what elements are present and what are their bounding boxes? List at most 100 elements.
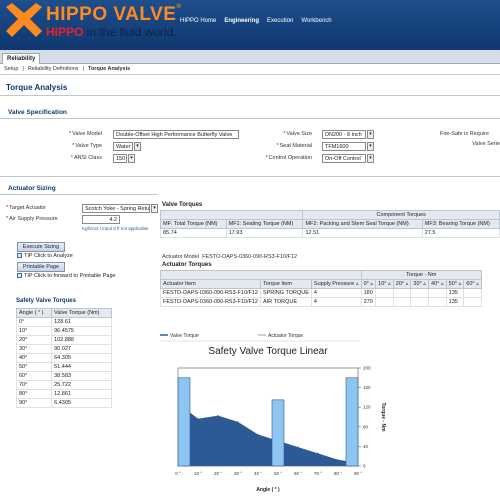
valve-type-dropdown-icon[interactable]: ▾ xyxy=(134,142,141,151)
nav-workbench[interactable]: Workbench xyxy=(301,18,331,24)
crumb-torque-analysis[interactable]: Torque Analysis xyxy=(88,66,130,72)
table-row: 60° 38.583 xyxy=(15,371,112,381)
table-cell: SPRING TORQUE xyxy=(259,288,312,298)
nav-hippo-home[interactable]: HIPPO Home xyxy=(180,18,216,24)
column-header[interactable]: 30° ▵ xyxy=(410,279,430,289)
column-header[interactable]: MF1: Seating Torque (NM) xyxy=(225,219,304,229)
column-group-blank xyxy=(159,210,303,220)
actuator-model-line: Actuator Model FESTO-DAPS-0360-090-RS3-F… xyxy=(162,254,298,260)
target-actuator-select[interactable]: Scotch Yoke - Spring Return xyxy=(82,204,150,213)
table-cell: 6.4305 xyxy=(51,398,112,408)
column-header[interactable]: Torque Item xyxy=(259,279,312,289)
valve-torque-point xyxy=(197,418,199,420)
sort-icon[interactable]: ▵ xyxy=(388,281,391,287)
x-tick-label: 90 ° xyxy=(354,471,362,476)
sort-icon[interactable]: ▵ xyxy=(356,281,359,287)
ansi-class-select[interactable]: 150 xyxy=(113,154,127,163)
tab-reliability[interactable]: Reliability xyxy=(2,53,41,64)
valve-model-label: *Valve Model xyxy=(69,131,102,137)
control-operation-dropdown-icon[interactable]: ▾ xyxy=(367,154,374,163)
column-header[interactable]: MF3: Bearing Torque (NM) xyxy=(421,219,500,229)
valve-type-select[interactable]: Water xyxy=(113,142,133,151)
torque-chart: Valve Torque Actuator Torque Safety Valve … xyxy=(160,333,386,493)
sort-icon[interactable]: ▵ xyxy=(459,281,462,287)
air-supply-note: Kgf/cm2 | Input 0 if not applicable xyxy=(82,226,149,231)
tip-printable: TIP Click to forward to Printable Page xyxy=(17,273,116,279)
table-row: 20° 102.888 xyxy=(15,335,112,345)
table-cell: 38.583 xyxy=(51,371,112,381)
valve-size-label: *Valve Size xyxy=(283,131,312,137)
valve-torques-title: Valve Torques xyxy=(162,202,203,208)
fire-safe-label: Fire-Safe is Require xyxy=(440,131,489,137)
table-cell xyxy=(463,288,482,298)
column-header[interactable]: 40° ▵ xyxy=(428,279,447,289)
table-row: 10° 96.4575 xyxy=(15,326,112,336)
column-header[interactable]: 10° ▵ xyxy=(375,279,394,289)
table-cell: 17.93 xyxy=(225,228,304,238)
nav-engineering[interactable]: Engineering xyxy=(224,18,259,24)
column-header[interactable]: 0° ▵ xyxy=(360,279,377,289)
y-tick-label: 200 xyxy=(363,366,371,371)
nav-execution[interactable]: Execution xyxy=(267,18,293,24)
column-header[interactable]: 50° ▵ xyxy=(445,279,465,289)
sort-icon[interactable]: ▵ xyxy=(406,281,409,287)
actuator-torques-table: Torque - Nm Actuator Item Torque Item Su… xyxy=(160,270,482,307)
divider xyxy=(0,118,500,119)
table-cell: 12.861 xyxy=(51,389,112,399)
column-header[interactable]: Actuator Item xyxy=(160,279,261,289)
column-header[interactable]: 60° ▵ xyxy=(463,279,482,289)
table-cell: 40° xyxy=(15,353,53,363)
table-cell: 0° xyxy=(15,317,53,327)
column-header[interactable]: Supply Pressure ▵ xyxy=(310,279,362,289)
column-header[interactable]: MF: Total Torque (NM) xyxy=(160,219,227,229)
actuator-sizing-title: Actuator Sizing xyxy=(8,185,56,192)
seat-material-dropdown-icon[interactable]: ▾ xyxy=(367,142,374,151)
printable-page-button[interactable]: Printable Page xyxy=(17,262,65,272)
tip-analyze: TIP Click to Analyze xyxy=(17,253,73,259)
legend-label-actuator: Actuator Torque xyxy=(268,333,303,339)
column-header[interactable]: Valve Torque (Nm) xyxy=(51,308,112,318)
table-cell: 90° xyxy=(15,398,53,408)
actuator-torques-title: Actuator Torques xyxy=(162,262,212,268)
valve-torque-point xyxy=(237,421,239,423)
sort-icon[interactable]: ▵ xyxy=(441,281,444,287)
ansi-class-dropdown-icon[interactable]: ▾ xyxy=(128,154,135,163)
x-tick-label: 30 ° xyxy=(234,471,242,476)
valve-size-dropdown-icon[interactable]: ▾ xyxy=(367,130,374,139)
column-header[interactable]: 20° ▵ xyxy=(392,279,412,289)
valve-size-select[interactable]: DN200 - 8 inch xyxy=(322,130,366,139)
table-cell: 128.61 xyxy=(51,317,112,327)
sort-icon[interactable]: ▵ xyxy=(476,281,479,287)
execute-sizing-button[interactable]: Execute Sizing xyxy=(17,242,65,252)
x-tick-label: 70 ° xyxy=(314,471,322,476)
table-row: 70° 25.722 xyxy=(15,380,112,390)
x-tick-label: 80 ° xyxy=(334,471,342,476)
component-torques-header: Component Torques xyxy=(302,210,500,220)
safety-valve-torques-table: Angle ( ° ) Valve Torque (Nm) 0° 128.61 1… xyxy=(15,308,112,408)
actuator-torque-bar xyxy=(271,399,285,467)
table-row: 90° 6.4305 xyxy=(15,398,112,408)
x-tick-label: 60 ° xyxy=(294,471,302,476)
x-tick-label: 0 ° xyxy=(175,471,181,476)
table-cell: 4 xyxy=(310,288,362,298)
air-supply-input[interactable]: 4.2 xyxy=(82,215,120,224)
table-cell xyxy=(428,297,447,307)
column-header[interactable]: Angle ( ° ) xyxy=(15,308,53,318)
valve-torque-point xyxy=(257,433,259,436)
target-actuator-dropdown-icon[interactable]: ▾ xyxy=(151,204,158,213)
control-operation-select[interactable]: On-Off Control xyxy=(322,154,366,163)
valve-model-select[interactable]: Double-Offset High Performance Butterfly… xyxy=(113,130,239,139)
page-title: Torque Analysis xyxy=(6,83,68,92)
sort-icon[interactable]: ▵ xyxy=(370,281,373,287)
seat-material-select[interactable]: TFM1600 xyxy=(322,142,366,151)
valve-series-label: Valve Serie xyxy=(472,141,500,147)
crumb-setup[interactable]: Setup xyxy=(4,66,18,72)
table-row: FESTO-DAPS-0360-090-RS3-F10/F12 SPRING T… xyxy=(160,288,482,298)
target-actuator-label: *Target Actuator xyxy=(6,205,47,211)
actuator-torque-bar xyxy=(177,377,191,467)
column-header[interactable]: MF2: Packing and Stem Seal Torque (NM) xyxy=(302,219,423,229)
table-cell xyxy=(410,288,430,298)
divider xyxy=(0,176,500,177)
crumb-reliability-definitions[interactable]: Reliability Definitions xyxy=(28,66,79,72)
sort-icon[interactable]: ▵ xyxy=(423,281,426,287)
